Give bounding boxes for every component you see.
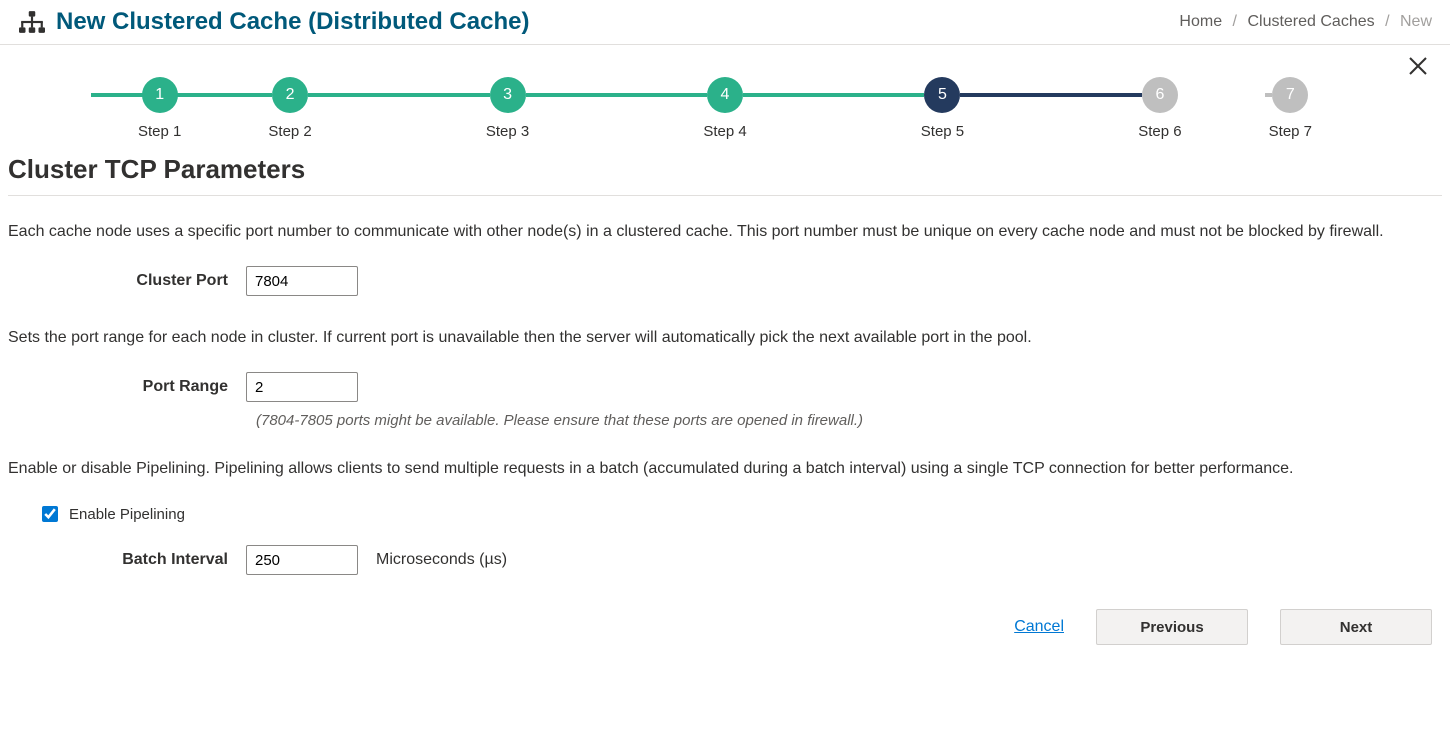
next-button[interactable]: Next [1280,609,1432,645]
step-circle: 5 [924,77,960,113]
page-title: New Clustered Cache (Distributed Cache) [56,8,529,36]
cluster-port-input[interactable] [246,266,358,296]
step-label: Step 5 [921,123,964,140]
port-range-desc: Sets the port range for each node in clu… [8,326,1442,350]
page-header: New Clustered Cache (Distributed Cache) … [0,0,1450,45]
wizard-step-7[interactable]: 7 Step 7 [1269,77,1312,140]
wizard-step-3[interactable]: 3 Step 3 [399,77,616,140]
step-circle: 1 [142,77,178,113]
step-circle: 6 [1142,77,1178,113]
step-label: Step 6 [1138,123,1181,140]
breadcrumb: Home / Clustered Caches / New [1179,13,1432,31]
batch-interval-label: Batch Interval [38,551,228,569]
wizard-step-6[interactable]: 6 Step 6 [1051,77,1268,140]
step-label: Step 1 [138,123,181,140]
section-title: Cluster TCP Parameters [8,154,1442,185]
divider [8,195,1442,196]
step-circle: 4 [707,77,743,113]
previous-button[interactable]: Previous [1096,609,1248,645]
cluster-port-label: Cluster Port [38,272,228,290]
wizard-step-4[interactable]: 4 Step 4 [616,77,833,140]
step-label: Step 7 [1269,123,1312,140]
port-range-hint: (7804-7805 ports might be available. Ple… [256,412,1442,429]
batch-interval-unit: Microseconds (µs) [376,551,507,569]
batch-interval-input[interactable] [246,545,358,575]
pipelining-desc: Enable or disable Pipelining. Pipelining… [8,457,1442,481]
cluster-port-desc: Each cache node uses a specific port num… [8,220,1442,244]
step-label: Step 3 [486,123,529,140]
step-label: Step 2 [268,123,311,140]
step-circle: 2 [272,77,308,113]
port-range-label: Port Range [38,378,228,396]
breadcrumb-home[interactable]: Home [1179,13,1222,30]
wizard-stepper: 1 Step 1 2 Step 2 3 Step 3 4 Step 4 5 Step 5 6 Step… [138,77,1312,140]
cluster-icon [18,10,46,34]
step-circle: 3 [490,77,526,113]
breadcrumb-clustered-caches[interactable]: Clustered Caches [1247,13,1374,30]
enable-pipelining-checkbox[interactable] [42,506,58,522]
step-circle: 7 [1272,77,1308,113]
step-label: Step 4 [703,123,746,140]
wizard-step-5[interactable]: 5 Step 5 [834,77,1051,140]
breadcrumb-current: New [1400,13,1432,30]
close-button[interactable] [1400,53,1436,84]
cancel-link[interactable]: Cancel [1014,618,1064,636]
close-icon [1406,54,1430,78]
port-range-input[interactable] [246,372,358,402]
wizard-step-2[interactable]: 2 Step 2 [181,77,398,140]
wizard-step-1[interactable]: 1 Step 1 [138,77,181,140]
enable-pipelining-label[interactable]: Enable Pipelining [69,506,185,523]
